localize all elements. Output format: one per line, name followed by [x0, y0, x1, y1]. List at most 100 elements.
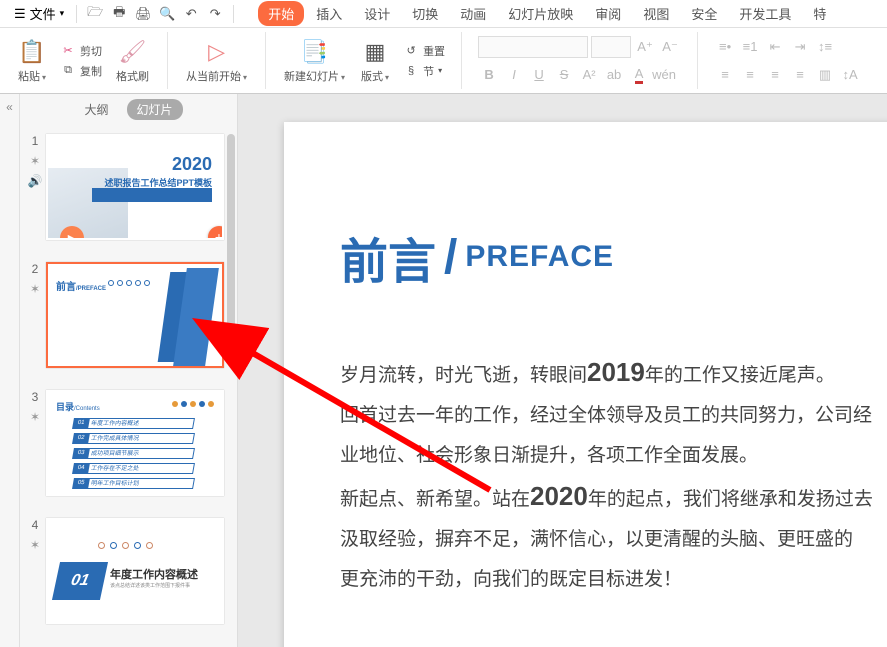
- thumbnail-slide-1[interactable]: 2020 述职报告工作总结PPT模板 ▶ +: [46, 134, 224, 240]
- slide-canvas[interactable]: 前言 / PREFACE 岁月流转，时光飞逝，转眼间2019年的工作又接近尾声。…: [238, 94, 887, 647]
- qa-preview-icon[interactable]: 🔍: [157, 4, 177, 24]
- decrease-font-button[interactable]: A⁻: [659, 36, 681, 58]
- bullets-button[interactable]: ≡•: [714, 36, 736, 58]
- new-slide-button[interactable]: 📑 新建幻灯片▾: [276, 38, 353, 84]
- indent-inc-button[interactable]: ⇥: [789, 36, 811, 58]
- thumbnail-row: 1 ✶ 🔊 2020 述职报告工作总结PPT模板 ▶ +: [20, 128, 237, 256]
- font-color-button[interactable]: A: [628, 64, 650, 86]
- tab-outline[interactable]: 大纲: [74, 99, 118, 120]
- tab-insert[interactable]: 插入: [306, 1, 352, 26]
- italic-button[interactable]: I: [503, 64, 525, 86]
- qa-save-icon[interactable]: 🖶: [109, 4, 129, 24]
- slide-number: 2: [32, 262, 39, 276]
- current-slide[interactable]: 前言 / PREFACE 岁月流转，时光飞逝，转眼间2019年的工作又接近尾声。…: [284, 122, 887, 647]
- editor-body: « 大纲 幻灯片 1 ✶ 🔊 2020 述职报告工作总结PPT模板 ▶ +: [0, 94, 887, 647]
- thumbnail-slide-4[interactable]: 01 年度工作内容概述 该点总结详述该类工作范围下报件事: [46, 518, 224, 624]
- thumb4-title: 年度工作内容概述: [110, 566, 198, 582]
- group-paragraph: ≡• ≡1 ⇤ ⇥ ↕≡ ≡ ≡ ≡ ≡ ▥ ↕A: [698, 32, 877, 89]
- group-font: A⁺ A⁻ B I U S A² ab A wén: [462, 32, 698, 89]
- group-slides: 📑 新建幻灯片▾ ▦ 版式▾ ↺重置 §节▾: [266, 32, 462, 89]
- increase-font-button[interactable]: A⁺: [634, 36, 656, 58]
- tab-extra[interactable]: 特: [803, 1, 836, 26]
- align-right-button[interactable]: ≡: [764, 64, 786, 86]
- play-icon: ▷: [208, 38, 225, 66]
- chevron-down-icon: ▾: [60, 8, 65, 19]
- format-painter-button[interactable]: 🖌 格式刷: [108, 38, 157, 84]
- new-slide-label: 新建幻灯片: [284, 71, 339, 83]
- tab-transition[interactable]: 切换: [402, 1, 448, 26]
- font-family-select[interactable]: [478, 36, 588, 58]
- layout-button[interactable]: ▦ 版式▾: [353, 38, 397, 84]
- reset-icon: ↺: [403, 43, 419, 59]
- superscript-button[interactable]: A²: [578, 64, 600, 86]
- thumbnail-slide-2[interactable]: 前言/PREFACE: [46, 262, 224, 368]
- line-spacing-button[interactable]: ↕≡: [814, 36, 836, 58]
- thumbnail-slide-3[interactable]: 目录/Contents 01年度工作内容概述 02工作完成具体情况 03成功项目…: [46, 390, 224, 496]
- play-from-current-button[interactable]: ▷ 从当前开始▾: [178, 38, 255, 84]
- audio-icon: 🔊: [28, 174, 43, 188]
- copy-button[interactable]: ⧉复制: [60, 63, 102, 79]
- paste-button[interactable]: 📋 粘贴▾: [10, 38, 54, 84]
- title-cn: 前言: [340, 222, 436, 292]
- align-justify-button[interactable]: ≡: [789, 64, 811, 86]
- phonetic-button[interactable]: wén: [653, 64, 675, 86]
- title-slash: /: [444, 230, 457, 285]
- indent-dec-button[interactable]: ⇤: [764, 36, 786, 58]
- text-direction-button[interactable]: ↕A: [839, 64, 861, 86]
- section-button[interactable]: §节▾: [403, 63, 445, 79]
- underline-button[interactable]: U: [528, 64, 550, 86]
- tab-design[interactable]: 设计: [354, 1, 400, 26]
- slide-number: 1: [32, 134, 39, 148]
- thumb1-year: 2020: [172, 154, 212, 175]
- sidebar-scrollbar[interactable]: [227, 134, 235, 334]
- bold-button[interactable]: B: [478, 64, 500, 86]
- tab-review[interactable]: 审阅: [585, 1, 631, 26]
- strike-button[interactable]: S: [553, 64, 575, 86]
- reset-label: 重置: [423, 43, 445, 59]
- tab-devtools[interactable]: 开发工具: [729, 1, 801, 26]
- menu-bar: ☰ 文件 ▾ 🗁 🖶 🖨 🔍 ↶ ↷ 开始 插入 设计 切换 动画 幻灯片放映 …: [0, 0, 887, 28]
- cut-button[interactable]: ✂剪切: [60, 43, 102, 59]
- tab-thumbnails[interactable]: 幻灯片: [127, 99, 183, 120]
- transition-icon: ✶: [30, 538, 40, 552]
- transition-icon: ✶: [30, 282, 40, 296]
- tab-start[interactable]: 开始: [258, 1, 304, 26]
- app-menu-button[interactable]: ☰ 文件 ▾: [8, 2, 70, 25]
- thumbnail-row: 3 ✶ 目录/Contents 01年度工作内容概述 02工作完成具体情况 03…: [20, 384, 237, 512]
- numbering-button[interactable]: ≡1: [739, 36, 761, 58]
- qa-redo-icon[interactable]: ↷: [205, 4, 225, 24]
- slide-number: 3: [32, 390, 39, 404]
- align-left-button[interactable]: ≡: [714, 64, 736, 86]
- slide-body-text[interactable]: 岁月流转，时光飞逝，转眼间2019年的工作又接近尾声。 回首过去一年的工作，经过…: [340, 352, 887, 600]
- collapse-nav-button[interactable]: «: [0, 94, 20, 647]
- transition-icon: ✶: [30, 410, 40, 424]
- new-slide-icon: 📑: [301, 38, 328, 66]
- group-clipboard: 📋 粘贴▾ ✂剪切 ⧉复制 🖌 格式刷: [0, 32, 168, 89]
- hamburger-icon: ☰: [14, 6, 26, 22]
- thumb4-num: 01: [52, 562, 108, 600]
- tab-view[interactable]: 视图: [633, 1, 679, 26]
- align-center-button[interactable]: ≡: [739, 64, 761, 86]
- columns-button[interactable]: ▥: [814, 64, 836, 86]
- thumb4-sub: 该点总结详述该类工作范围下报件事: [110, 582, 190, 589]
- qa-print-icon[interactable]: 🖨: [133, 4, 153, 24]
- font-size-select[interactable]: [591, 36, 631, 58]
- add-slide-button[interactable]: +: [208, 226, 224, 240]
- tab-security[interactable]: 安全: [681, 1, 727, 26]
- tab-slideshow[interactable]: 幻灯片放映: [498, 1, 583, 26]
- ribbon-tabs: 开始 插入 设计 切换 动画 幻灯片放映 审阅 视图 安全 开发工具 特: [258, 1, 836, 26]
- tab-animation[interactable]: 动画: [450, 1, 496, 26]
- qa-open-icon[interactable]: 🗁: [85, 4, 105, 24]
- thumbnail-row: 2 ✶ 前言/PREFACE: [20, 256, 237, 384]
- qa-undo-icon[interactable]: ↶: [181, 4, 201, 24]
- slide-heading[interactable]: 前言 / PREFACE: [340, 222, 887, 292]
- highlight-button[interactable]: ab: [603, 64, 625, 86]
- slide-panel-tabs: 大纲 幻灯片: [20, 94, 237, 124]
- layout-label: 版式: [361, 71, 383, 83]
- slide-panel: 大纲 幻灯片 1 ✶ 🔊 2020 述职报告工作总结PPT模板 ▶ +: [20, 94, 238, 647]
- section-icon: §: [403, 63, 419, 79]
- title-en: PREFACE: [465, 240, 614, 274]
- paste-label: 粘贴: [18, 71, 40, 83]
- reset-button[interactable]: ↺重置: [403, 43, 445, 59]
- clipboard-icon: 📋: [18, 38, 45, 66]
